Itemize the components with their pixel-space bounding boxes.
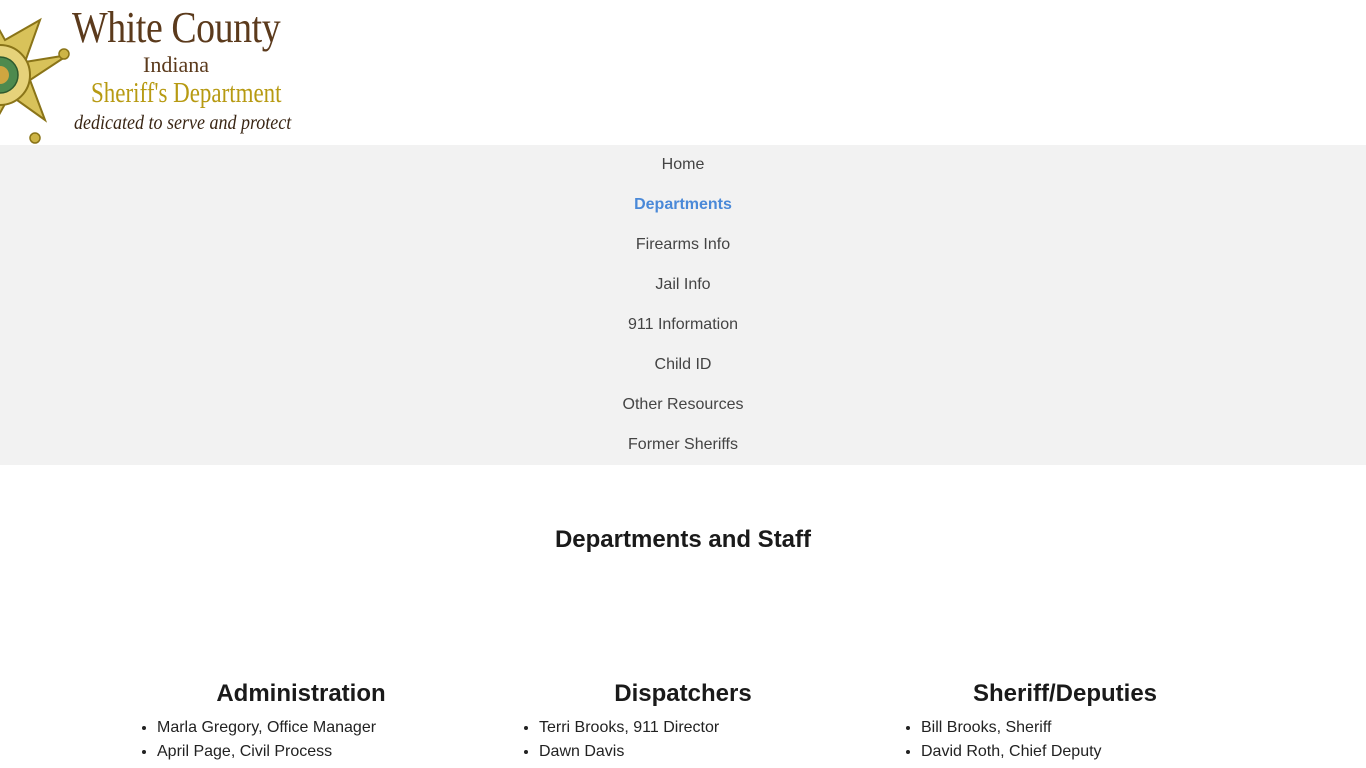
staff-name: April Page (157, 743, 231, 760)
nav-item-home[interactable]: Home (0, 145, 1366, 185)
administration-staff-list: Marla Gregory, Office Manager April Page… (127, 716, 475, 764)
sheriff-star-badge-icon (0, 17, 70, 144)
section-heading-administration: Administration (216, 680, 386, 707)
staff-name: David Roth (921, 743, 1001, 760)
dispatchers-staff-list: Terri Brooks, 911 Director Dawn Davis (509, 716, 857, 764)
staff-list-item: Dawn Davis (539, 740, 857, 764)
staff-list-item: David Roth, Chief Deputy (921, 740, 1239, 764)
staff-role: , Chief Deputy (1000, 743, 1102, 760)
staff-list-item: Terri Brooks, 911 Director (539, 716, 857, 740)
sheriff-deputies-section: Sheriff/Deputies Bill Brooks, Sheriff Da… (891, 680, 1239, 764)
nav-item-former-sheriffs[interactable]: Former Sheriffs (0, 425, 1366, 465)
nav-item-911-information[interactable]: 911 Information (0, 305, 1366, 345)
logo-state-name: Indiana (143, 52, 209, 77)
staff-role: , 911 Director (624, 719, 720, 736)
administration-section: Administration Marla Gregory, Office Man… (127, 680, 475, 764)
section-heading-dispatchers: Dispatchers (614, 680, 752, 707)
logo-department-name: Sheriff's Department (91, 78, 282, 109)
nav-item-other-resources[interactable]: Other Resources (0, 385, 1366, 425)
staff-list-item: Marla Gregory, Office Manager (157, 716, 475, 740)
nav-item-departments[interactable]: Departments (0, 185, 1366, 225)
staff-list-item: April Page, Civil Process (157, 740, 475, 764)
staff-name: Terri Brooks (539, 719, 625, 736)
staff-list-item: Bill Brooks, Sheriff (921, 716, 1239, 740)
main-navigation: Home Departments Firearms Info Jail Info… (0, 145, 1366, 465)
page-title: Departments and Staff (554, 526, 812, 554)
staff-role: , Sheriff (996, 719, 1052, 736)
dispatchers-section: Dispatchers Terri Brooks, 911 Director D… (509, 680, 857, 764)
site-logo[interactable]: White County Indiana Sheriff's Departmen… (0, 0, 300, 145)
nav-menu: Home Departments Firearms Info Jail Info… (0, 145, 1366, 465)
section-heading-sheriff-deputies: Sheriff/Deputies (972, 680, 1158, 707)
staff-role: , Civil Process (230, 743, 333, 760)
staff-name: Dawn Davis (539, 743, 625, 760)
staff-role: , Office Manager (258, 719, 377, 736)
nav-item-child-id[interactable]: Child ID (0, 345, 1366, 385)
sheriff-deputies-staff-list: Bill Brooks, Sheriff David Roth, Chief D… (891, 716, 1239, 764)
logo-motto: dedicated to serve and protect (74, 112, 292, 134)
nav-item-jail-info[interactable]: Jail Info (0, 265, 1366, 305)
staff-name: Bill Brooks (921, 719, 997, 736)
staff-name: Marla Gregory (157, 719, 259, 736)
site-header: White County Indiana Sheriff's Departmen… (0, 0, 1366, 145)
nav-item-firearms-info[interactable]: Firearms Info (0, 225, 1366, 265)
logo-county-title: White County (72, 3, 281, 52)
